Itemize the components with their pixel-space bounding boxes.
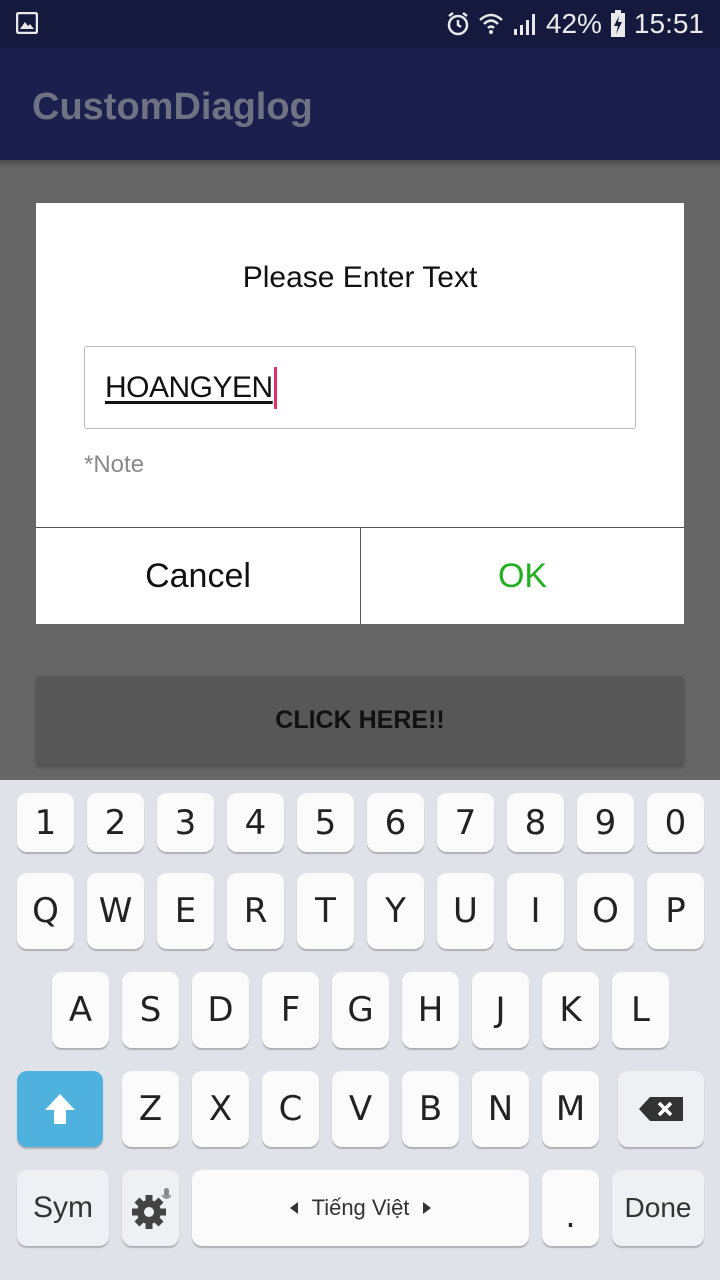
click-here-button[interactable]: CLICK HERE!! xyxy=(36,676,684,764)
backspace-icon xyxy=(639,1097,683,1121)
key-n[interactable]: N xyxy=(472,1071,529,1147)
key-7[interactable]: 7 xyxy=(437,793,494,852)
note-label: *Note xyxy=(84,451,145,478)
ok-button[interactable]: OK xyxy=(361,528,684,624)
language-prev-icon xyxy=(289,1202,298,1214)
dialog-title: Please Enter Text xyxy=(242,261,478,294)
space-key[interactable]: Tiếng Việt xyxy=(192,1170,529,1246)
key-w[interactable]: W xyxy=(87,873,144,949)
shift-key[interactable] xyxy=(17,1071,103,1147)
key-m[interactable]: M xyxy=(542,1071,599,1147)
key-c[interactable]: C xyxy=(262,1071,319,1147)
battery-percent: 42% xyxy=(545,8,602,39)
key-u[interactable]: U xyxy=(437,873,494,949)
gear-icon xyxy=(131,1188,171,1229)
text-input[interactable]: HOANGYEN xyxy=(84,346,636,429)
key-8[interactable]: 8 xyxy=(507,793,564,852)
period-key[interactable]: . xyxy=(542,1170,599,1246)
gallery-icon xyxy=(16,12,38,34)
done-key[interactable]: Done xyxy=(612,1170,704,1246)
cancel-button[interactable]: Cancel xyxy=(36,528,360,624)
key-1[interactable]: 1 xyxy=(17,793,74,852)
app-title: CustomDiaglog xyxy=(32,86,313,128)
key-g[interactable]: G xyxy=(332,972,389,1048)
key-t[interactable]: T xyxy=(297,873,354,949)
key-z[interactable]: Z xyxy=(122,1071,179,1147)
key-2[interactable]: 2 xyxy=(87,793,144,852)
key-5[interactable]: 5 xyxy=(297,793,354,852)
battery-charging-icon xyxy=(610,10,625,37)
sym-key[interactable]: Sym xyxy=(17,1170,109,1246)
wifi-icon xyxy=(479,13,503,34)
key-p[interactable]: P xyxy=(647,873,704,949)
custom-dialog: Please Enter Text HOANGYEN *Note Cancel … xyxy=(36,203,684,624)
key-v[interactable]: V xyxy=(332,1071,389,1147)
text-cursor xyxy=(274,367,277,409)
key-s[interactable]: S xyxy=(122,972,179,1048)
status-bar: 42% 15:51 xyxy=(0,0,720,48)
soft-keyboard: 1 2 3 4 5 6 7 8 9 0 Q W E R T Y U I O P … xyxy=(0,780,720,1280)
key-9[interactable]: 9 xyxy=(577,793,634,852)
key-3[interactable]: 3 xyxy=(157,793,214,852)
key-j[interactable]: J xyxy=(472,972,529,1048)
key-r[interactable]: R xyxy=(227,873,284,949)
key-a[interactable]: A xyxy=(52,972,109,1048)
settings-key[interactable] xyxy=(122,1170,179,1246)
key-o[interactable]: O xyxy=(577,873,634,949)
shift-icon xyxy=(45,1094,75,1124)
text-input-value: HOANGYEN xyxy=(105,371,273,404)
app-bar-shadow xyxy=(0,160,720,168)
key-x[interactable]: X xyxy=(192,1071,249,1147)
key-k[interactable]: K xyxy=(542,972,599,1048)
language-next-icon xyxy=(423,1202,432,1214)
backspace-key[interactable] xyxy=(618,1071,704,1147)
app-bar: CustomDiaglog xyxy=(0,48,720,160)
key-l[interactable]: L xyxy=(612,972,669,1048)
key-i[interactable]: I xyxy=(507,873,564,949)
clock: 15:51 xyxy=(633,8,704,39)
signal-icon xyxy=(513,14,535,35)
key-b[interactable]: B xyxy=(402,1071,459,1147)
key-d[interactable]: D xyxy=(192,972,249,1048)
key-6[interactable]: 6 xyxy=(367,793,424,852)
key-0[interactable]: 0 xyxy=(647,793,704,852)
key-h[interactable]: H xyxy=(402,972,459,1048)
key-y[interactable]: Y xyxy=(367,873,424,949)
space-key-label: Tiếng Việt xyxy=(311,1195,410,1220)
key-4[interactable]: 4 xyxy=(227,793,284,852)
alarm-icon xyxy=(447,12,469,36)
key-e[interactable]: E xyxy=(157,873,214,949)
key-f[interactable]: F xyxy=(262,972,319,1048)
key-q[interactable]: Q xyxy=(17,873,74,949)
